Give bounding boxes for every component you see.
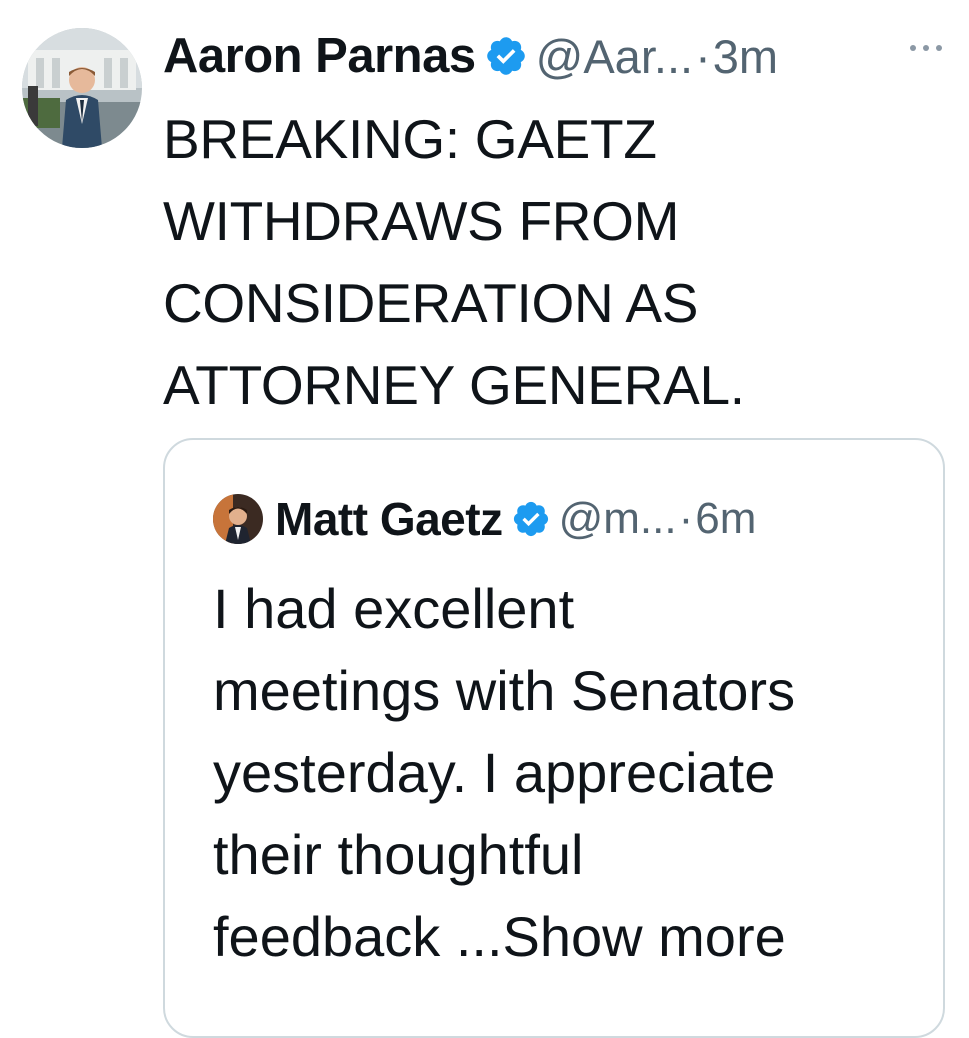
author-avatar[interactable]	[22, 28, 142, 148]
quoted-tweet[interactable]: Matt Gaetz @m... · 6m I had excellent me…	[163, 438, 945, 1038]
tweet-text-line: CONSIDERATION AS	[163, 272, 699, 334]
author-handle[interactable]: @Aar...	[536, 29, 693, 84]
quoted-tweet-header: Matt Gaetz @m... · 6m	[213, 492, 756, 546]
quoted-text-line: yesterday. I appreciate	[213, 741, 776, 804]
verified-badge-icon	[511, 499, 551, 539]
tweet-text-line: ATTORNEY GENERAL.	[163, 354, 745, 416]
quoted-text-line: meetings with Senators	[213, 659, 796, 722]
quoted-author-avatar[interactable]	[213, 494, 263, 544]
show-more-link[interactable]: Show more	[503, 905, 786, 968]
tweet-text: BREAKING: GAETZ WITHDRAWS FROM CONSIDERA…	[163, 98, 953, 426]
quoted-text-line: I had excellent	[213, 577, 575, 640]
quoted-tweet-text: I had excellent meetings with Senators y…	[213, 568, 933, 978]
author-name[interactable]: Aaron Parnas	[163, 28, 476, 84]
quoted-tweet-timestamp[interactable]: 6m	[695, 494, 756, 544]
quoted-text-line: their thoughtful	[213, 823, 584, 886]
more-horizontal-icon[interactable]	[905, 38, 947, 58]
quoted-author-name[interactable]: Matt Gaetz	[275, 492, 503, 546]
tweet-header: Aaron Parnas @Aar... · 3m	[163, 28, 778, 84]
quoted-author-handle[interactable]: @m...	[559, 494, 677, 544]
verified-badge-icon	[484, 34, 528, 78]
tweet-text-line: BREAKING: GAETZ	[163, 108, 657, 170]
tweet[interactable]: Aaron Parnas @Aar... · 3m BREAKING: GAET…	[0, 0, 969, 1038]
quoted-text-line-last: feedback ...Show more	[213, 896, 933, 978]
separator-dot: ·	[695, 29, 711, 83]
tweet-text-line: WITHDRAWS FROM	[163, 190, 680, 252]
quoted-text-truncated: feedback ...	[213, 905, 503, 968]
tweet-timestamp[interactable]: 3m	[713, 29, 778, 84]
separator-dot: ·	[678, 494, 694, 543]
